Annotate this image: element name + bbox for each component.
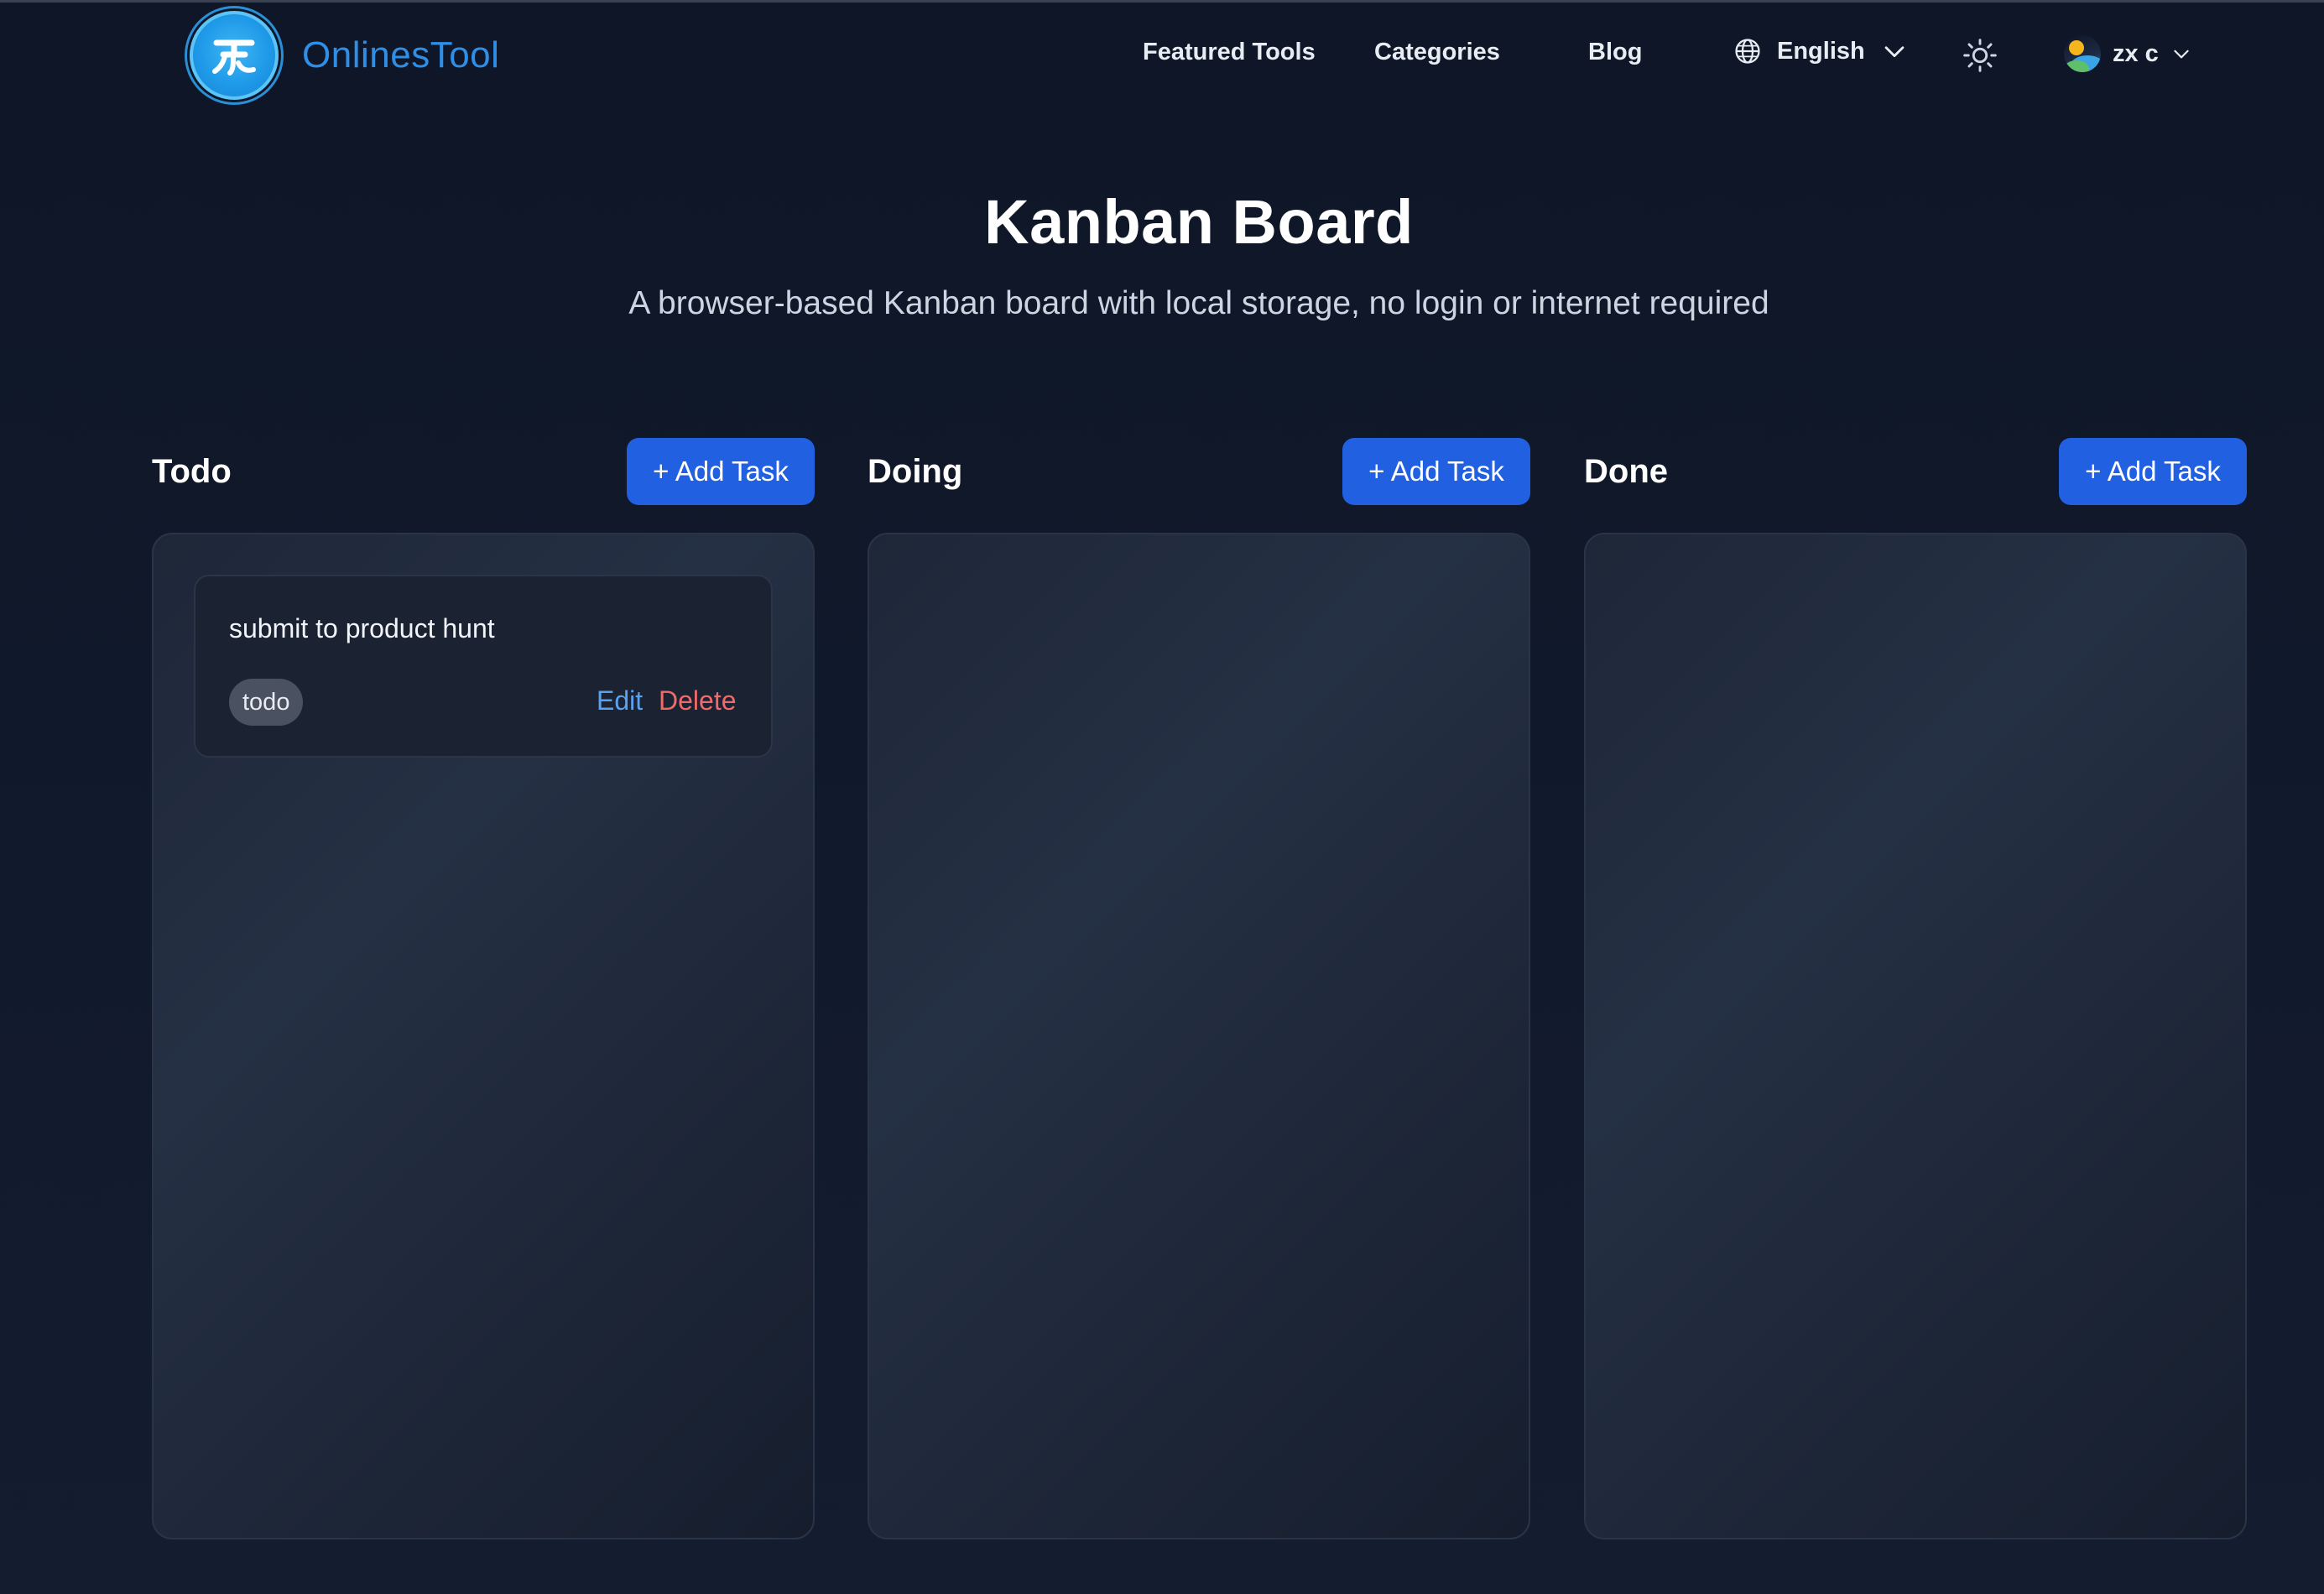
column-header: Todo + Add Task: [152, 438, 815, 505]
avatar: [2064, 35, 2101, 72]
column-header: Doing + Add Task: [868, 438, 1530, 505]
column-done: Done + Add Task: [1584, 438, 2247, 1539]
column-title: Doing: [868, 452, 963, 490]
task-card[interactable]: submit to product hunt todo Edit Delete: [194, 575, 773, 758]
page-subtitle: A browser-based Kanban board with local …: [628, 285, 1769, 321]
edit-task-button[interactable]: Edit: [597, 685, 643, 716]
language-label: English: [1777, 37, 1865, 65]
nav-blog[interactable]: Blog: [1588, 39, 1642, 66]
delete-task-button[interactable]: Delete: [659, 685, 737, 716]
add-task-button-done[interactable]: + Add Task: [2059, 438, 2247, 505]
nav-categories[interactable]: Categories: [1374, 39, 1500, 66]
user-menu[interactable]: zx c: [2064, 35, 2192, 72]
column-dropzone[interactable]: submit to product hunt todo Edit Delete: [152, 533, 815, 1539]
task-text: submit to product hunt: [229, 613, 495, 643]
navbar: OnlinesTool Featured Tools Categories Bl…: [0, 0, 2324, 111]
chevron-down-icon: [1884, 46, 1905, 58]
status-badge: todo: [229, 679, 304, 726]
column-dropzone[interactable]: [1584, 533, 2247, 1539]
column-doing: Doing + Add Task: [868, 438, 1530, 1539]
nav-featured-tools[interactable]: Featured Tools: [1143, 39, 1316, 66]
column-dropzone[interactable]: [868, 533, 1530, 1539]
chevron-down-icon: [2174, 49, 2189, 59]
page-title: Kanban Board: [984, 187, 1414, 257]
add-task-button-todo[interactable]: + Add Task: [627, 438, 815, 505]
language-selector[interactable]: English: [1733, 37, 1909, 65]
sun-icon: [1963, 39, 1997, 72]
column-title: Done: [1584, 452, 1668, 490]
globe-icon: [1735, 39, 1760, 64]
column-todo: Todo + Add Task submit to product hunt t…: [152, 438, 815, 1539]
column-title: Todo: [152, 452, 232, 490]
theme-toggle-button[interactable]: [1962, 37, 1998, 74]
add-task-button-doing[interactable]: + Add Task: [1342, 438, 1530, 505]
user-name: zx c: [2113, 39, 2159, 67]
column-header: Done + Add Task: [1584, 438, 2247, 505]
